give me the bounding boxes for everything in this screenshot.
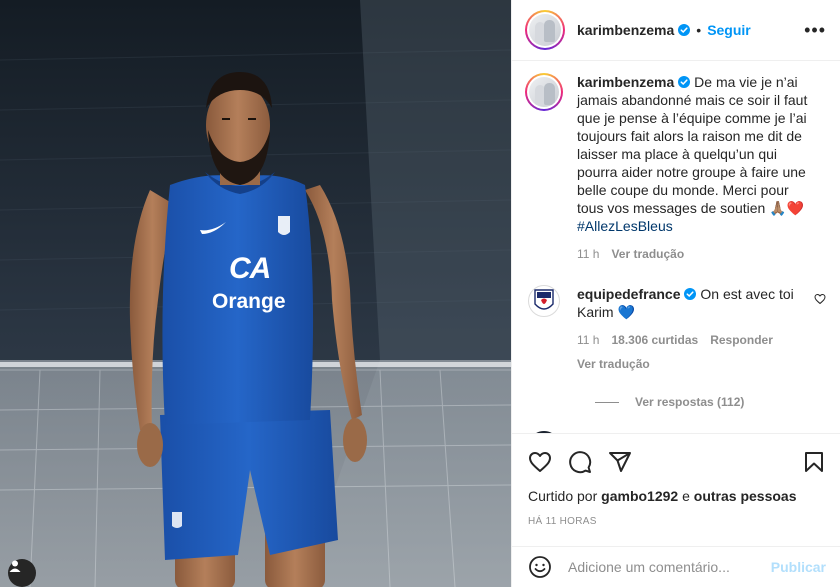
view-replies-button[interactable]: Ver respostas (112) <box>595 395 826 409</box>
verified-badge-icon <box>678 76 691 88</box>
share-send-icon[interactable] <box>608 450 632 474</box>
comment-bubble-icon[interactable] <box>568 450 592 474</box>
caption-text: De ma vie je n’ai jamais abandonné mais … <box>577 74 808 216</box>
likes-middle: e <box>682 488 690 504</box>
comment-translate-link[interactable]: Ver tradução <box>577 355 807 373</box>
author-username[interactable]: karimbenzema <box>577 22 674 38</box>
comment-item: equipedefrance On est avec toi Karim 💙 1… <box>525 285 826 373</box>
comment-input[interactable] <box>568 559 771 575</box>
like-heart-icon[interactable] <box>528 450 552 474</box>
caption-translate-link[interactable]: Ver tradução <box>611 245 684 263</box>
verified-badge-icon <box>684 288 697 300</box>
view-replies-label[interactable]: Ver respostas (112) <box>635 395 744 409</box>
add-comment-bar: Publicar <box>512 546 840 587</box>
post-photo[interactable]: CA Orange <box>0 0 511 587</box>
comment-likes[interactable]: 18.306 curtidas <box>611 331 698 349</box>
sponsor-text: Orange <box>212 290 286 313</box>
author-avatar[interactable] <box>525 10 565 50</box>
tagged-user-icon[interactable] <box>8 559 36 587</box>
liked-by-others[interactable]: outras pessoas <box>694 488 797 504</box>
fff-crest-icon <box>534 289 554 310</box>
comment-time[interactable]: 11 h <box>577 331 599 349</box>
post-actions: Curtido por gambo1292 e outras pessoas H… <box>512 433 840 527</box>
comment-reply-button[interactable]: Responder <box>710 331 773 349</box>
caption-avatar[interactable] <box>525 73 563 111</box>
post-side-panel: karimbenzema • Seguir ••• karimbenzema D… <box>511 0 840 587</box>
commenter-avatar[interactable] <box>528 285 560 317</box>
caption-username[interactable]: karimbenzema <box>577 74 674 90</box>
like-comment-heart-icon[interactable] <box>814 293 826 305</box>
liked-by-user[interactable]: gambo1292 <box>601 488 678 504</box>
save-bookmark-icon[interactable] <box>802 450 826 474</box>
person-icon <box>9 560 21 572</box>
post-header: karimbenzema • Seguir ••• <box>512 0 840 61</box>
caption: karimbenzema De ma vie je n’ai jamais ab… <box>525 73 826 263</box>
emoji-icon[interactable] <box>528 555 552 579</box>
post-timestamp[interactable]: HÁ 11 HORAS <box>528 516 826 527</box>
sponsor-logo: CA <box>229 252 271 285</box>
verified-badge-icon <box>678 24 691 36</box>
caption-hashtag[interactable]: #AllezLesBleus <box>577 218 673 234</box>
likes-prefix: Curtido por <box>528 488 598 504</box>
comments-list[interactable]: karimbenzema De ma vie je n’ai jamais ab… <box>512 61 840 433</box>
publish-button[interactable]: Publicar <box>771 559 826 575</box>
follow-button[interactable]: Seguir <box>707 22 751 38</box>
replies-divider <box>595 401 619 403</box>
comment-username[interactable]: equipedefrance <box>577 286 680 302</box>
separator-dot: • <box>696 22 702 38</box>
likes-summary: Curtido por gambo1292 e outras pessoas <box>528 488 826 504</box>
more-options-icon[interactable]: ••• <box>804 21 826 39</box>
caption-time[interactable]: 11 h <box>577 245 599 263</box>
